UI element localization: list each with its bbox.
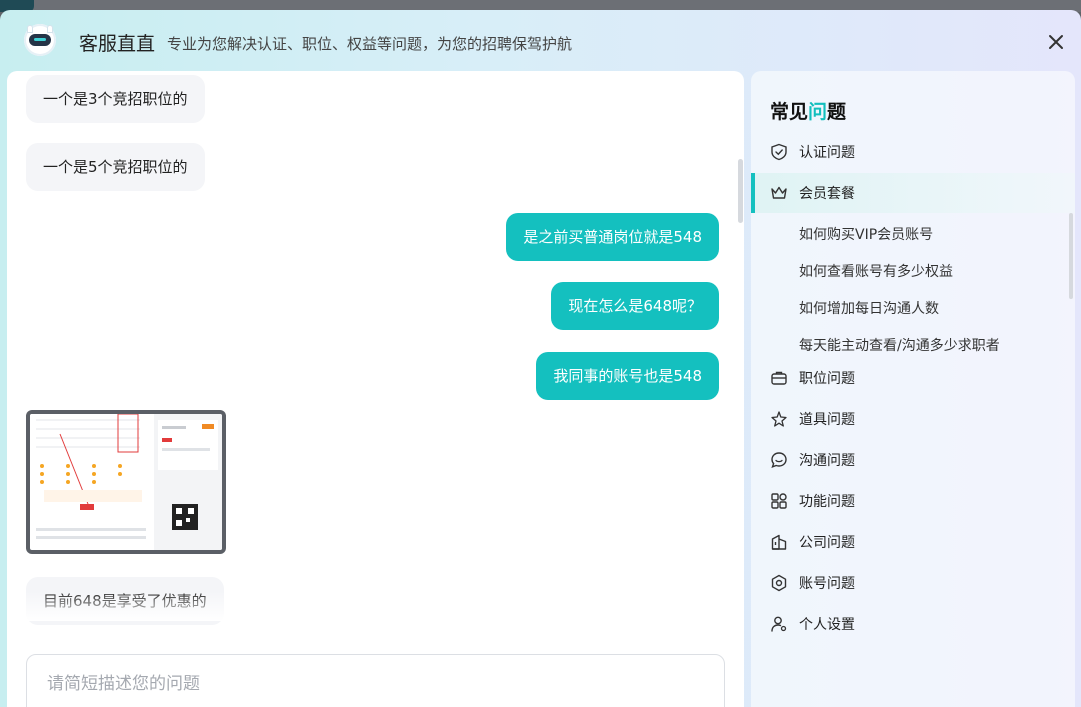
active-indicator xyxy=(751,173,755,213)
faq-category-company[interactable]: 公司问题 xyxy=(751,522,1075,562)
faq-sub-item[interactable]: 每天能主动查看/沟通多少求职者 xyxy=(799,335,1000,355)
faq-category-account[interactable]: 账号问题 xyxy=(751,563,1075,603)
header: 客服直直 专业为您解决认证、职位、权益等问题，为您的招聘保驾护航 xyxy=(0,10,1081,72)
building-icon xyxy=(771,534,787,550)
shield-check-icon xyxy=(771,143,787,161)
message-bubble-outgoing: 现在怎么是648呢？ xyxy=(551,282,719,330)
bot-avatar-icon xyxy=(24,24,56,56)
crown-icon xyxy=(771,186,787,199)
faq-category-membership[interactable]: 会员套餐 xyxy=(751,173,1075,213)
image-message-thumbnail[interactable] xyxy=(26,410,226,554)
message-input-placeholder: 请简短描述您的问题 xyxy=(47,674,200,694)
message-input[interactable]: 请简短描述您的问题 xyxy=(26,654,725,707)
chat-area[interactable]: 一个是3个竞招职位的 一个是5个竞招职位的 是之前买普通岗位就是548 现在怎么… xyxy=(7,71,744,707)
faq-category-certification[interactable]: 认证问题 xyxy=(751,132,1075,172)
faq-category-personal-settings[interactable]: 个人设置 xyxy=(751,604,1075,644)
faq-category-jobs[interactable]: 职位问题 xyxy=(751,358,1075,398)
chat-fade-overlay xyxy=(7,591,744,621)
faq-sub-item[interactable]: 如何查看账号有多少权益 xyxy=(799,261,953,281)
faq-sub-item[interactable]: 如何增加每日沟通人数 xyxy=(799,298,939,318)
header-title: 客服直直 xyxy=(79,33,156,55)
grid-icon xyxy=(771,493,787,509)
hexagon-gear-icon xyxy=(771,574,787,592)
screenshot-preview-graphic xyxy=(30,414,222,550)
chat-bubble-icon xyxy=(771,452,787,468)
chat-scrollbar[interactable] xyxy=(738,159,743,223)
faq-category-props[interactable]: 道具问题 xyxy=(751,399,1075,439)
briefcase-icon xyxy=(771,371,787,385)
faq-sidebar: 常见问题 认证问题 会员套餐 如何购买VIP会员账号 如何查看账号有多少权益 如… xyxy=(751,71,1075,707)
message-bubble-outgoing: 是之前买普通岗位就是548 xyxy=(506,213,719,261)
screenshot-preview xyxy=(30,414,222,550)
faq-category-features[interactable]: 功能问题 xyxy=(751,481,1075,521)
faq-sub-item[interactable]: 如何购买VIP会员账号 xyxy=(799,224,933,244)
user-settings-icon xyxy=(771,616,787,632)
close-icon xyxy=(1049,35,1063,49)
close-button[interactable] xyxy=(1044,30,1068,54)
message-bubble-incoming: 一个是3个竞招职位的 xyxy=(26,75,205,123)
faq-scrollbar[interactable] xyxy=(1069,213,1073,299)
faq-title: 常见问题 xyxy=(770,101,847,123)
customer-service-panel: 客服直直 专业为您解决认证、职位、权益等问题，为您的招聘保驾护航 一个是3个竞招… xyxy=(0,10,1081,707)
message-bubble-incoming: 一个是5个竞招职位的 xyxy=(26,143,205,191)
sparkle-star-icon xyxy=(771,411,787,427)
message-bubble-outgoing: 我同事的账号也是548 xyxy=(536,352,719,400)
header-subtitle: 专业为您解决认证、职位、权益等问题，为您的招聘保驾护航 xyxy=(167,35,573,53)
faq-category-communication[interactable]: 沟通问题 xyxy=(751,440,1075,480)
